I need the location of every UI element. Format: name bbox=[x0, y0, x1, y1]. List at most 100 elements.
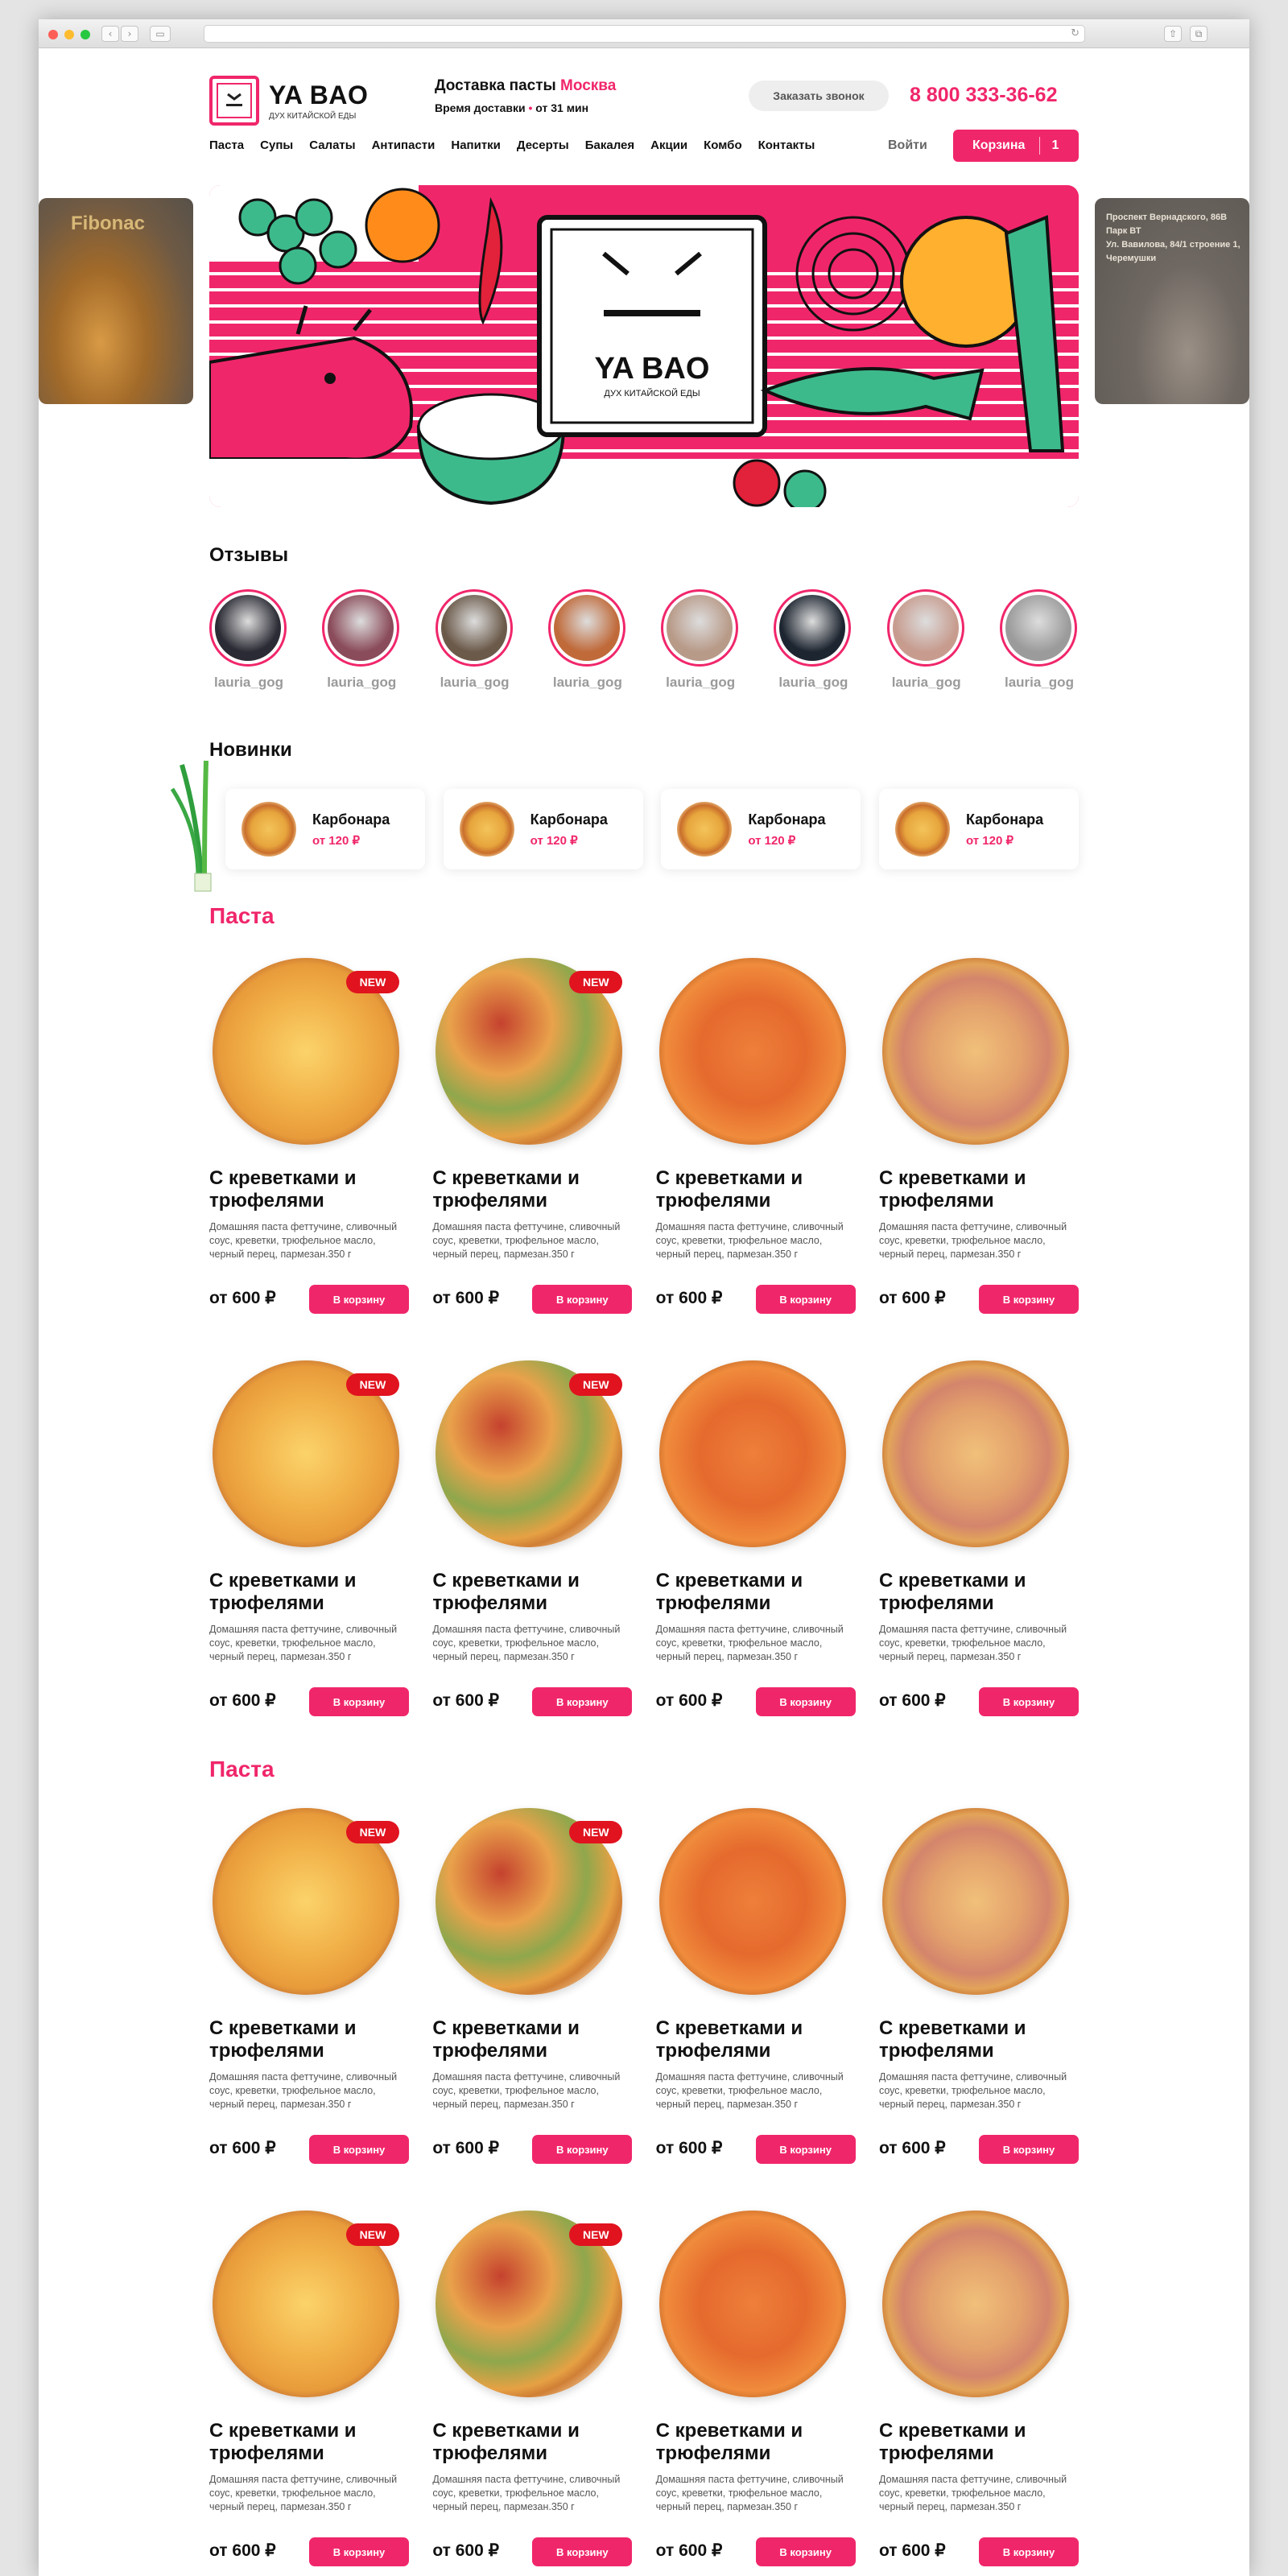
address-bar[interactable]: ↻ bbox=[204, 25, 1085, 43]
add-to-cart-button[interactable]: В корзину bbox=[532, 2537, 633, 2566]
add-to-cart-button[interactable]: В корзину bbox=[309, 1285, 409, 1314]
new-item-name: Карбонара bbox=[748, 811, 826, 828]
review-story[interactable]: lauria_gog bbox=[886, 589, 966, 691]
review-story[interactable]: lauria_gog bbox=[774, 589, 852, 691]
carousel-next-slide[interactable]: Проспект Вернадского, 86В Парк ВТ Ул. Вав… bbox=[1095, 198, 1249, 404]
nav-item[interactable]: Бакалея bbox=[585, 138, 634, 152]
hero-banner[interactable]: YA BAO ДУХ КИТАЙСКОЙ ЕДЫ bbox=[209, 185, 1079, 507]
carousel-prev-slide[interactable]: Fibonac bbox=[39, 198, 193, 404]
reload-icon[interactable]: ↻ bbox=[1071, 27, 1080, 39]
minimize-window-button[interactable] bbox=[64, 30, 74, 39]
review-story[interactable]: lauria_gog bbox=[322, 589, 401, 691]
tabs-icon[interactable]: ⧉ bbox=[1190, 26, 1208, 42]
nav-item[interactable]: Антипасти bbox=[372, 138, 436, 152]
review-story[interactable]: lauria_gog bbox=[435, 589, 514, 691]
nav-item[interactable]: Комбо bbox=[704, 138, 741, 152]
product-name[interactable]: С креветками и трюфелями bbox=[656, 1570, 856, 1615]
product-name[interactable]: С креветками и трюфелями bbox=[879, 1570, 1079, 1615]
nav-item[interactable]: Контакты bbox=[758, 138, 815, 152]
add-to-cart-button[interactable]: В корзину bbox=[978, 2537, 1079, 2566]
product-card[interactable]: NEW С креветками и трюфелями Домашняя паст… bbox=[209, 1360, 409, 1763]
product-name[interactable]: С креветками и трюфелями bbox=[879, 2420, 1079, 2465]
product-card[interactable]: NEW С креветками и трюфелями Домашняя паст… bbox=[432, 1360, 633, 1763]
main-nav: Паста Супы Салаты Антипасти Напитки Десерты Ба… bbox=[209, 138, 831, 152]
add-to-cart-button[interactable]: В корзину bbox=[978, 1687, 1079, 1716]
product-card[interactable]: С креветками и трюфелями Домашняя паста ф… bbox=[656, 1808, 856, 2211]
product-name[interactable]: С креветками и трюфелями bbox=[209, 2420, 409, 2465]
product-description: Домашняя паста феттучине, сливочный соус… bbox=[209, 2474, 398, 2512]
cart-button[interactable]: Корзина 1 bbox=[953, 130, 1079, 162]
add-to-cart-button[interactable]: В корзину bbox=[532, 1687, 633, 1716]
forward-icon[interactable]: › bbox=[121, 26, 138, 42]
product-name[interactable]: С креветками и трюфелями bbox=[432, 1167, 632, 1212]
banner-logo-sub: ДУХ КИТАЙСКОЙ ЕДЫ bbox=[604, 388, 700, 398]
review-story[interactable]: lauria_gog bbox=[209, 589, 288, 691]
review-story[interactable]: lauria_gog bbox=[999, 589, 1079, 691]
product-description: Домашняя паста феттучине, сливочный соус… bbox=[655, 1221, 844, 1260]
product-name[interactable]: С креветками и трюфелями bbox=[432, 2017, 632, 2062]
product-name[interactable]: С креветками и трюфелями bbox=[879, 1167, 1079, 1212]
product-name[interactable]: С креветками и трюфелями bbox=[656, 2420, 856, 2465]
review-story[interactable]: lauria_gog bbox=[661, 589, 740, 691]
nav-item[interactable]: Акции bbox=[650, 138, 687, 152]
add-to-cart-button[interactable]: В корзину bbox=[532, 1285, 633, 1314]
product-name[interactable]: С креветками и трюфелями bbox=[432, 2420, 632, 2465]
product-name[interactable]: С креветками и трюфелями bbox=[879, 2017, 1079, 2062]
share-icon[interactable]: ⇧ bbox=[1164, 26, 1182, 42]
product-card[interactable]: NEW С креветками и трюфелями Домашняя паст… bbox=[209, 958, 409, 1360]
add-to-cart-button[interactable]: В корзину bbox=[532, 2135, 633, 2164]
site-logo[interactable]: YA BAO ДУХ КИТАЙСКОЙ ЕДЫ bbox=[209, 76, 368, 126]
product-card[interactable]: С креветками и трюфелями Домашняя паста ф… bbox=[879, 1360, 1079, 1763]
logo-mark-icon bbox=[209, 76, 259, 126]
add-to-cart-button[interactable]: В корзину bbox=[309, 2537, 409, 2566]
product-card[interactable]: С креветками и трюфелями Домашняя паста ф… bbox=[656, 2211, 856, 2576]
nav-item[interactable]: Напитки bbox=[451, 138, 501, 152]
review-story[interactable]: lauria_gog bbox=[547, 589, 627, 691]
nav-item[interactable]: Супы bbox=[260, 138, 293, 152]
add-to-cart-button[interactable]: В корзину bbox=[978, 1285, 1079, 1314]
product-name[interactable]: С креветками и трюфелями bbox=[432, 1570, 632, 1615]
new-item-card[interactable]: Карбонара от 120 ₽ bbox=[443, 789, 643, 869]
new-item-card[interactable]: Карбонара от 120 ₽ bbox=[878, 789, 1079, 869]
prev-slide-text: Fibonac bbox=[71, 213, 146, 234]
product-card[interactable]: NEW С креветками и трюфелями Домашняя паст… bbox=[209, 2211, 409, 2576]
add-to-cart-button[interactable]: В корзину bbox=[755, 1687, 856, 1716]
maximize-window-button[interactable] bbox=[80, 30, 90, 39]
product-name[interactable]: С креветками и трюфелями bbox=[209, 1167, 409, 1212]
new-badge: NEW bbox=[569, 2223, 623, 2246]
add-to-cart-button[interactable]: В корзину bbox=[755, 2537, 856, 2566]
close-window-button[interactable] bbox=[48, 30, 58, 39]
product-name[interactable]: С креветками и трюфелями bbox=[656, 2017, 856, 2062]
new-item-card[interactable]: Карбонара от 120 ₽ bbox=[661, 789, 861, 869]
product-card[interactable]: С креветками и трюфелями Домашняя паста ф… bbox=[656, 1360, 856, 1763]
back-icon[interactable]: ‹ bbox=[101, 26, 119, 42]
add-to-cart-button[interactable]: В корзину bbox=[755, 1285, 856, 1314]
add-to-cart-button[interactable]: В корзину bbox=[755, 2135, 856, 2164]
add-to-cart-button[interactable]: В корзину bbox=[309, 2135, 409, 2164]
product-card[interactable]: NEW С креветками и трюфелями Домашняя паст… bbox=[209, 1808, 409, 2211]
delivery-city-link[interactable]: Москва bbox=[560, 77, 616, 94]
add-to-cart-button[interactable]: В корзину bbox=[309, 1687, 409, 1716]
product-card[interactable]: С креветками и трюфелями Домашняя паста ф… bbox=[879, 2211, 1079, 2576]
phone-number[interactable]: 8 800 333-36-62 bbox=[910, 84, 1057, 107]
nav-item[interactable]: Паста bbox=[209, 138, 244, 152]
new-item-card[interactable]: Карбонара от 120 ₽ bbox=[225, 789, 425, 869]
product-card[interactable]: NEW С креветками и трюфелями Домашняя паст… bbox=[432, 958, 633, 1360]
product-card[interactable]: С креветками и трюфелями Домашняя паста ф… bbox=[879, 1808, 1079, 2211]
login-link[interactable]: Войти bbox=[888, 138, 927, 153]
product-name[interactable]: С креветками и трюфелями bbox=[656, 1167, 856, 1212]
nav-item[interactable]: Салаты bbox=[309, 138, 355, 152]
product-card[interactable]: С креветками и трюфелями Домашняя паста ф… bbox=[879, 958, 1079, 1360]
nav-item[interactable]: Десерты bbox=[517, 138, 569, 152]
order-call-button[interactable]: Заказать звонок bbox=[749, 80, 889, 111]
product-name[interactable]: С креветками и трюфелями bbox=[209, 1570, 409, 1615]
product-card[interactable]: NEW С креветками и трюфелями Домашняя паст… bbox=[432, 2211, 633, 2576]
add-to-cart-button[interactable]: В корзину bbox=[978, 2135, 1079, 2164]
pasta-section-title-1: Паста bbox=[209, 903, 275, 928]
product-price: от 600 ₽ bbox=[209, 1691, 276, 1710]
product-card[interactable]: С креветками и трюфелями Домашняя паста ф… bbox=[656, 958, 856, 1360]
product-card[interactable]: NEW С креветками и трюфелями Домашняя паст… bbox=[432, 1808, 633, 2211]
product-name[interactable]: С креветками и трюфелями bbox=[209, 2017, 409, 2062]
avatar bbox=[435, 589, 513, 667]
sidebar-toggle-icon[interactable]: ▭ bbox=[150, 26, 171, 42]
